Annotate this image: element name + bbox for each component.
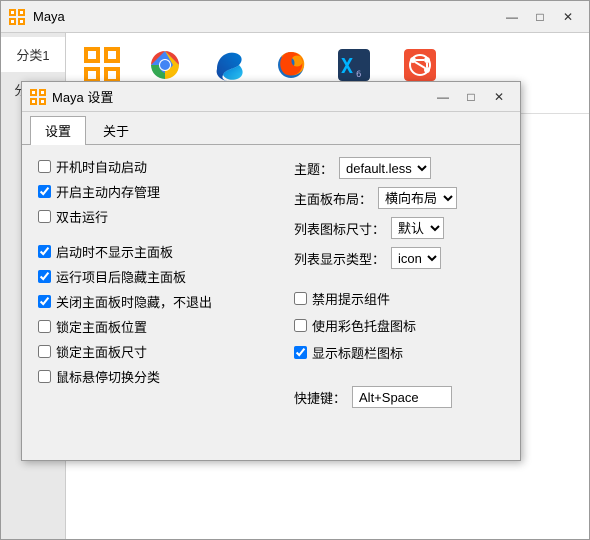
right-column: 主题： default.less dark.less 主面板布局： 横向布局 纵… <box>294 157 504 451</box>
lock-size-checkbox[interactable] <box>38 345 51 358</box>
checkbox-autostart: 开机时自动启动 <box>38 157 274 176</box>
firefox-icon <box>271 45 311 85</box>
maya-icon <box>82 45 122 85</box>
sidebar-item-category1[interactable]: 分类1 <box>1 37 65 72</box>
autostart-checkbox[interactable] <box>38 160 51 173</box>
gitbash-icon <box>400 45 440 85</box>
main-window: Maya — □ ✕ 分类1 分类-2 <box>0 0 590 540</box>
checkbox-memory: 开启主动内存管理 <box>38 182 274 201</box>
dialog-content: 开机时自动启动 开启主动内存管理 双击运行 启动时不显示主面板 运行项 <box>22 145 520 463</box>
dialog-titlebar: Maya 设置 — □ ✕ <box>22 82 520 112</box>
hover-switch-checkbox[interactable] <box>38 370 51 383</box>
memory-checkbox[interactable] <box>38 185 51 198</box>
checkbox-hide-after-run: 运行项目后隐藏主面板 <box>38 267 274 286</box>
lock-size-label: 锁定主面板尺寸 <box>56 342 147 361</box>
layout-label: 主面板布局： <box>294 189 372 208</box>
edge-icon <box>209 45 249 85</box>
checkbox-doubleclick: 双击运行 <box>38 207 274 226</box>
main-title: Maya <box>33 9 499 24</box>
main-titlebar: Maya — □ ✕ <box>1 1 589 33</box>
checkbox-show-titlebar: 显示标题栏图标 <box>294 343 504 362</box>
display-type-label: 列表显示类型： <box>294 249 385 268</box>
hover-switch-label: 鼠标悬停切换分类 <box>56 367 160 386</box>
close-button[interactable]: ✕ <box>555 6 581 28</box>
dialog-tabs: 设置 关于 <box>22 112 520 145</box>
display-type-row: 列表显示类型： icon <box>294 247 504 269</box>
tab-settings[interactable]: 设置 <box>30 116 86 145</box>
checkbox-hide-on-start: 启动时不显示主面板 <box>38 242 274 261</box>
layout-select[interactable]: 横向布局 纵向布局 <box>378 187 457 209</box>
dialog-title-buttons: — □ ✕ <box>430 86 512 108</box>
theme-label: 主题： <box>294 159 333 178</box>
icon-size-select[interactable]: 默认 <box>391 217 444 239</box>
show-titlebar-checkbox[interactable] <box>294 346 307 359</box>
lock-pos-checkbox[interactable] <box>38 320 51 333</box>
checkbox-hover-switch: 鼠标悬停切换分类 <box>38 367 274 386</box>
hide-after-run-checkbox[interactable] <box>38 270 51 283</box>
hide-on-close-checkbox[interactable] <box>38 295 51 308</box>
svg-text:X: X <box>341 54 353 78</box>
checkbox-lock-size: 锁定主面板尺寸 <box>38 342 274 361</box>
theme-select[interactable]: default.less dark.less <box>339 157 431 179</box>
autostart-label: 开机时自动启动 <box>56 157 147 176</box>
xshell-icon: X 6 <box>334 45 374 85</box>
dialog-logo <box>30 89 46 105</box>
dialog-close-button[interactable]: ✕ <box>486 86 512 108</box>
color-tray-label: 使用彩色托盘图标 <box>312 316 416 335</box>
disable-tooltip-label: 禁用提示组件 <box>312 289 390 308</box>
display-type-select[interactable]: icon <box>391 247 441 269</box>
checkbox-hide-on-close: 关闭主面板时隐藏，不退出 <box>38 292 274 311</box>
layout-row: 主面板布局： 横向布局 纵向布局 <box>294 187 504 209</box>
disable-tooltip-checkbox[interactable] <box>294 292 307 305</box>
settings-dialog: Maya 设置 — □ ✕ 设置 关于 开机时自动启动 开启主动内存管 <box>21 81 521 461</box>
left-column: 开机时自动启动 开启主动内存管理 双击运行 启动时不显示主面板 运行项 <box>38 157 274 451</box>
checkbox-disable-tooltip: 禁用提示组件 <box>294 289 504 308</box>
hide-after-run-label: 运行项目后隐藏主面板 <box>56 267 186 286</box>
show-titlebar-label: 显示标题栏图标 <box>312 343 403 362</box>
checkbox-color-tray: 使用彩色托盘图标 <box>294 316 504 335</box>
checkbox-lock-pos: 锁定主面板位置 <box>38 317 274 336</box>
tab-about[interactable]: 关于 <box>88 116 144 144</box>
dialog-maximize-button[interactable]: □ <box>458 86 484 108</box>
doubleclick-label: 双击运行 <box>56 207 108 226</box>
hide-on-start-checkbox[interactable] <box>38 245 51 258</box>
hotkey-label: 快捷键： <box>294 388 346 407</box>
hotkey-row: 快捷键： <box>294 386 504 408</box>
hide-on-close-label: 关闭主面板时隐藏，不退出 <box>56 292 212 311</box>
minimize-button[interactable]: — <box>499 6 525 28</box>
theme-row: 主题： default.less dark.less <box>294 157 504 179</box>
hotkey-input[interactable] <box>352 386 452 408</box>
lock-pos-label: 锁定主面板位置 <box>56 317 147 336</box>
color-tray-checkbox[interactable] <box>294 319 307 332</box>
doubleclick-checkbox[interactable] <box>38 210 51 223</box>
main-title-buttons: — □ ✕ <box>499 6 581 28</box>
icon-size-row: 列表图标尺寸： 默认 <box>294 217 504 239</box>
dialog-minimize-button[interactable]: — <box>430 86 456 108</box>
chrome-icon <box>145 45 185 85</box>
svg-text:6: 6 <box>356 70 361 80</box>
maya-logo <box>9 9 25 25</box>
maximize-button[interactable]: □ <box>527 6 553 28</box>
memory-label: 开启主动内存管理 <box>56 182 160 201</box>
icon-size-label: 列表图标尺寸： <box>294 219 385 238</box>
dialog-title: Maya 设置 <box>52 87 430 106</box>
hide-on-start-label: 启动时不显示主面板 <box>56 242 173 261</box>
